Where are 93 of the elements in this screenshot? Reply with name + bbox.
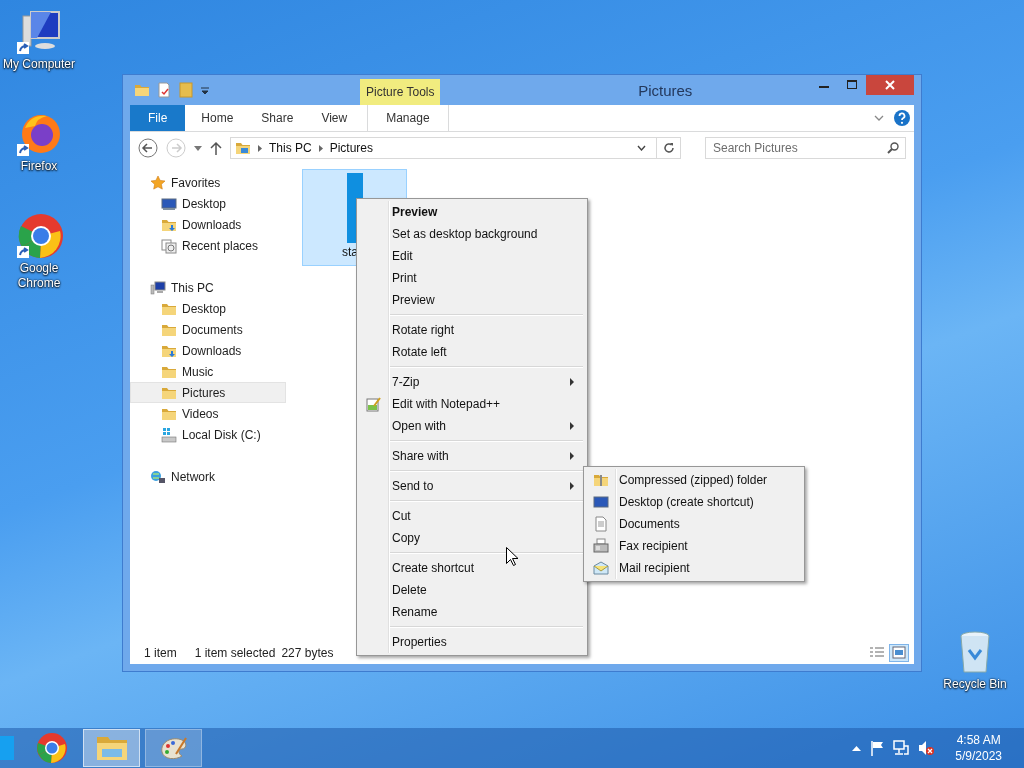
menu-item[interactable]: Cut [359, 505, 585, 527]
folder-icon [235, 140, 251, 156]
window-title: Pictures [637, 80, 694, 101]
star-icon [150, 174, 166, 191]
ribbon-tab[interactable]: Home [187, 105, 248, 131]
breadcrumb-arrow-icon [318, 144, 323, 152]
clock-date: 5/9/2023 [955, 748, 1002, 764]
pages-icon [161, 237, 177, 254]
breadcrumb[interactable]: Pictures [329, 141, 374, 155]
menu-item[interactable]: Compressed (zipped) folder [586, 469, 802, 491]
ribbon-tab[interactable]: Manage [367, 105, 449, 131]
folder-icon [134, 82, 150, 98]
menu-item[interactable]: Open with [359, 415, 585, 437]
notepad-icon [366, 396, 382, 412]
document-icon [593, 516, 609, 532]
up-caret-icon[interactable] [852, 745, 862, 751]
flag-icon[interactable] [870, 740, 885, 756]
desktop-icon-label[interactable]: My Computer [3, 57, 75, 72]
drive-icon [161, 426, 177, 443]
menu-item[interactable]: Properties [359, 631, 585, 653]
nav-item[interactable]: Music [130, 361, 286, 382]
computer-icon [15, 8, 63, 56]
menu-item[interactable]: Mail recipient [586, 557, 802, 579]
maximize-icon [847, 80, 857, 90]
chrome-ball-icon [36, 732, 68, 764]
menu-item[interactable]: Send to [359, 475, 585, 497]
nav-item[interactable]: This PC [130, 277, 286, 298]
help-icon[interactable] [894, 110, 910, 126]
folder-icon [95, 734, 128, 762]
search-icon [887, 142, 899, 154]
nav-item[interactable]: Videos [130, 403, 286, 424]
up-arrow-icon[interactable] [210, 141, 222, 155]
refresh-button[interactable] [657, 137, 681, 159]
nav-item[interactable]: Favorites [130, 172, 286, 193]
menu-item[interactable]: Create shortcut [359, 557, 585, 579]
menu-item[interactable]: Rename [359, 601, 585, 623]
contextual-tab-header: Picture Tools [360, 79, 441, 105]
search-field[interactable]: Search Pictures [705, 137, 906, 159]
computer-icon [150, 279, 166, 296]
ribbon-tab[interactable]: Share [247, 105, 308, 131]
breadcrumb[interactable]: This PC [269, 141, 312, 155]
close-icon [885, 80, 895, 90]
menu-item[interactable]: Edit with Notepad++ [359, 393, 585, 415]
menu-item[interactable]: 7-Zip [359, 371, 585, 393]
taskbar-button[interactable] [145, 729, 202, 767]
menu-item[interactable]: Share with [359, 445, 585, 467]
muted-speaker-icon[interactable] [918, 740, 935, 756]
monitor-icon [593, 494, 609, 510]
network-icon [150, 468, 166, 485]
nav-item[interactable]: Network [130, 466, 286, 487]
item-count: 1 item [144, 646, 177, 660]
nav-item[interactable]: Local Disk (C:) [130, 424, 286, 445]
nav-item[interactable]: Downloads [130, 214, 286, 235]
nav-item[interactable]: Documents [130, 319, 286, 340]
start-button[interactable] [0, 736, 14, 760]
refresh-icon [662, 142, 675, 154]
nav-item[interactable]: Pictures [130, 382, 286, 403]
ribbon-tab[interactable]: View [307, 105, 362, 131]
close-button[interactable] [866, 75, 914, 95]
nav-item[interactable]: Downloads [130, 340, 286, 361]
mail-icon [593, 560, 609, 576]
back-icon[interactable] [138, 138, 158, 158]
breadcrumb-arrow-icon [258, 144, 262, 152]
menu-item[interactable]: Documents [586, 513, 802, 535]
large-icons-view-icon[interactable] [890, 645, 908, 661]
chrome-ball-icon [15, 212, 63, 260]
nav-item[interactable]: Recent places [130, 235, 286, 256]
network-icon[interactable] [893, 740, 910, 756]
submenu-arrow-icon [569, 482, 575, 490]
monitor-icon [161, 195, 177, 212]
document-icon[interactable] [156, 82, 172, 98]
selection-info: 1 item selected [194, 646, 276, 660]
file-size: 227 bytes [281, 646, 334, 660]
dropdown-caret-icon[interactable] [194, 145, 202, 151]
submenu-arrow-icon [569, 452, 575, 460]
chevron-down-icon[interactable] [874, 115, 884, 121]
submenu-arrow-icon [569, 422, 575, 430]
menu-item[interactable]: Preview [359, 289, 585, 311]
submenu-arrow-icon [569, 378, 575, 386]
menu-item[interactable]: Rotate left [359, 341, 585, 363]
menu-item[interactable]: Delete [359, 579, 585, 601]
menu-item[interactable]: Desktop (create shortcut) [586, 491, 802, 513]
nav-item[interactable]: Desktop [130, 298, 286, 319]
address-bar[interactable]: This PC Pictures [230, 137, 657, 159]
menu-item[interactable]: Copy [359, 527, 585, 549]
ribbon-tab[interactable]: File [130, 105, 186, 131]
zip-folder-icon [593, 472, 609, 488]
menu-item[interactable]: Print [359, 267, 585, 289]
fax-icon [593, 538, 609, 554]
menu-item[interactable]: Rotate right [359, 319, 585, 341]
menu-item[interactable]: Fax recipient [586, 535, 802, 557]
clock-time: 4:58 AM [956, 732, 1001, 748]
nav-item[interactable]: Desktop [130, 193, 286, 214]
